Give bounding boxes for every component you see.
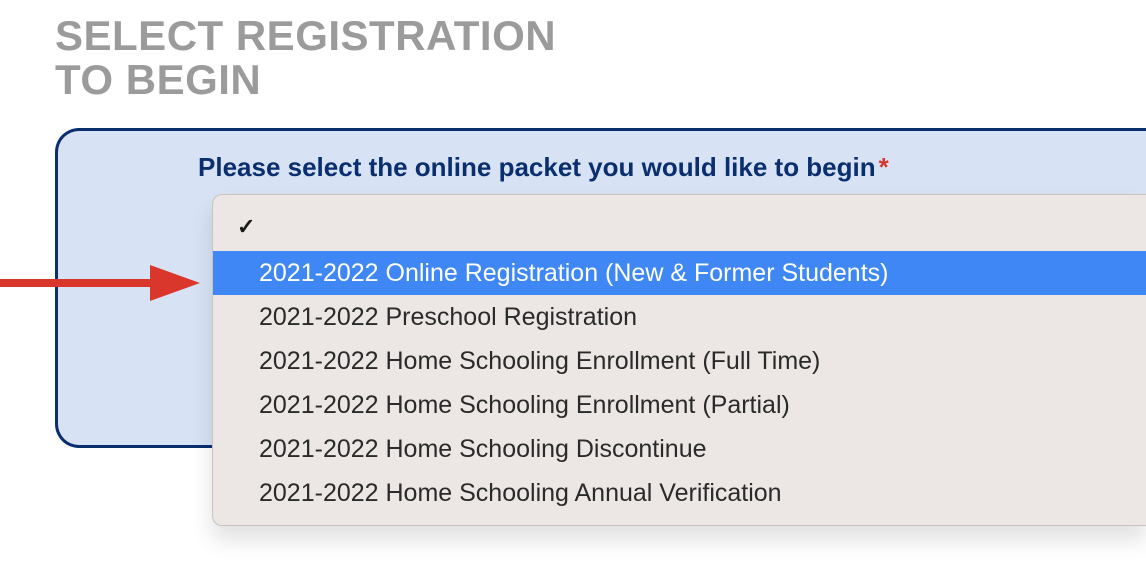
dropdown-option-home-schooling-fulltime[interactable]: 2021-2022 Home Schooling Enrollment (Ful…	[213, 339, 1146, 383]
dropdown-option-label: 2021-2022 Home Schooling Enrollment (Par…	[259, 391, 790, 420]
dropdown-option-online-registration[interactable]: 2021-2022 Online Registration (New & For…	[213, 251, 1146, 295]
prompt-label: Please select the online packet you woul…	[198, 152, 876, 182]
dropdown-option-label: 2021-2022 Home Schooling Discontinue	[259, 435, 707, 464]
dropdown-option-home-schooling-discontinue[interactable]: 2021-2022 Home Schooling Discontinue	[213, 427, 1146, 471]
dropdown-option-label: 2021-2022 Online Registration (New & For…	[259, 259, 888, 288]
dropdown-option-home-schooling-partial[interactable]: 2021-2022 Home Schooling Enrollment (Par…	[213, 383, 1146, 427]
heading-line-1: SELECT REGISTRATION	[55, 14, 556, 58]
dropdown-option-label: 2021-2022 Home Schooling Enrollment (Ful…	[259, 347, 820, 376]
required-asterisk: *	[879, 152, 889, 182]
checkmark-icon: ✓	[237, 214, 255, 240]
dropdown-option-label: 2021-2022 Preschool Registration	[259, 303, 637, 332]
dropdown-option-label: 2021-2022 Home Schooling Annual Verifica…	[259, 479, 782, 508]
packet-dropdown[interactable]: ✓ 2021-2022 Online Registration (New & F…	[212, 194, 1146, 526]
prompt-label-container: Please select the online packet you woul…	[198, 152, 889, 183]
dropdown-option-home-schooling-verification[interactable]: 2021-2022 Home Schooling Annual Verifica…	[213, 471, 1146, 515]
dropdown-option-preschool[interactable]: 2021-2022 Preschool Registration	[213, 295, 1146, 339]
page-heading: SELECT REGISTRATION TO BEGIN	[55, 14, 556, 102]
heading-line-2: TO BEGIN	[55, 58, 556, 102]
dropdown-option-blank[interactable]: ✓	[213, 203, 1146, 251]
